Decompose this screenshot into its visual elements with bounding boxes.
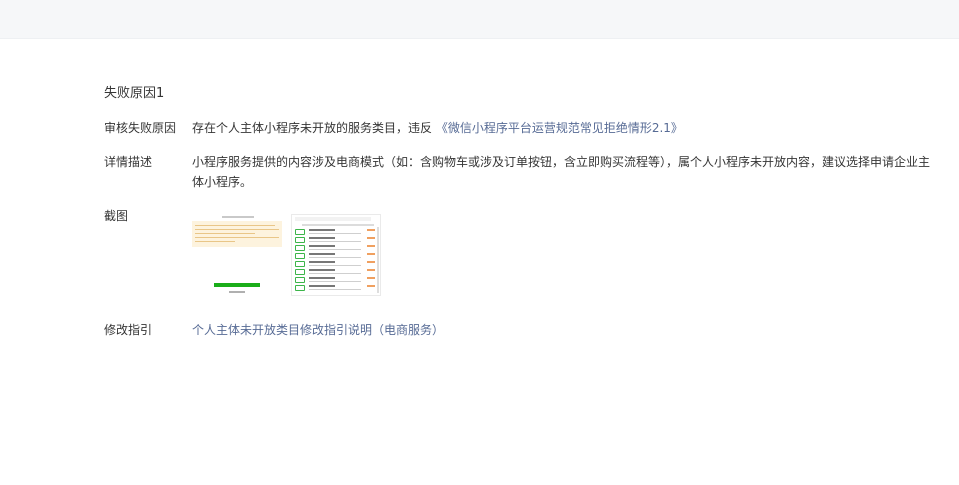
- guide-link[interactable]: 个人主体未开放类目修改指引说明（电商服务）: [192, 323, 444, 337]
- screenshot-label: 截图: [104, 209, 129, 223]
- detail-label: 详情描述: [104, 155, 153, 169]
- guide-label: 修改指引: [104, 323, 153, 337]
- review-reason-label: 审核失败原因: [104, 121, 177, 135]
- detail-text: 小程序服务提供的内容涉及电商模式（如：含购物车或涉及订单按钮，含立即购买流程等）…: [192, 155, 931, 189]
- review-reason-value: 存在个人主体小程序未开放的服务类目，违反 《微信小程序平台运营规范常见拒绝情形2…: [192, 118, 930, 138]
- thumb-green-button: [214, 283, 260, 287]
- rules-link[interactable]: 《微信小程序平台运营规范常见拒绝情形2.1》: [436, 121, 683, 135]
- section-title: 失败原因1: [104, 86, 165, 101]
- screenshot-thumb-2[interactable]: [291, 214, 381, 296]
- screenshot-thumb-1[interactable]: [192, 214, 282, 296]
- review-reason-text: 存在个人主体小程序未开放的服务类目，违反: [192, 121, 436, 135]
- top-bar: [0, 0, 959, 39]
